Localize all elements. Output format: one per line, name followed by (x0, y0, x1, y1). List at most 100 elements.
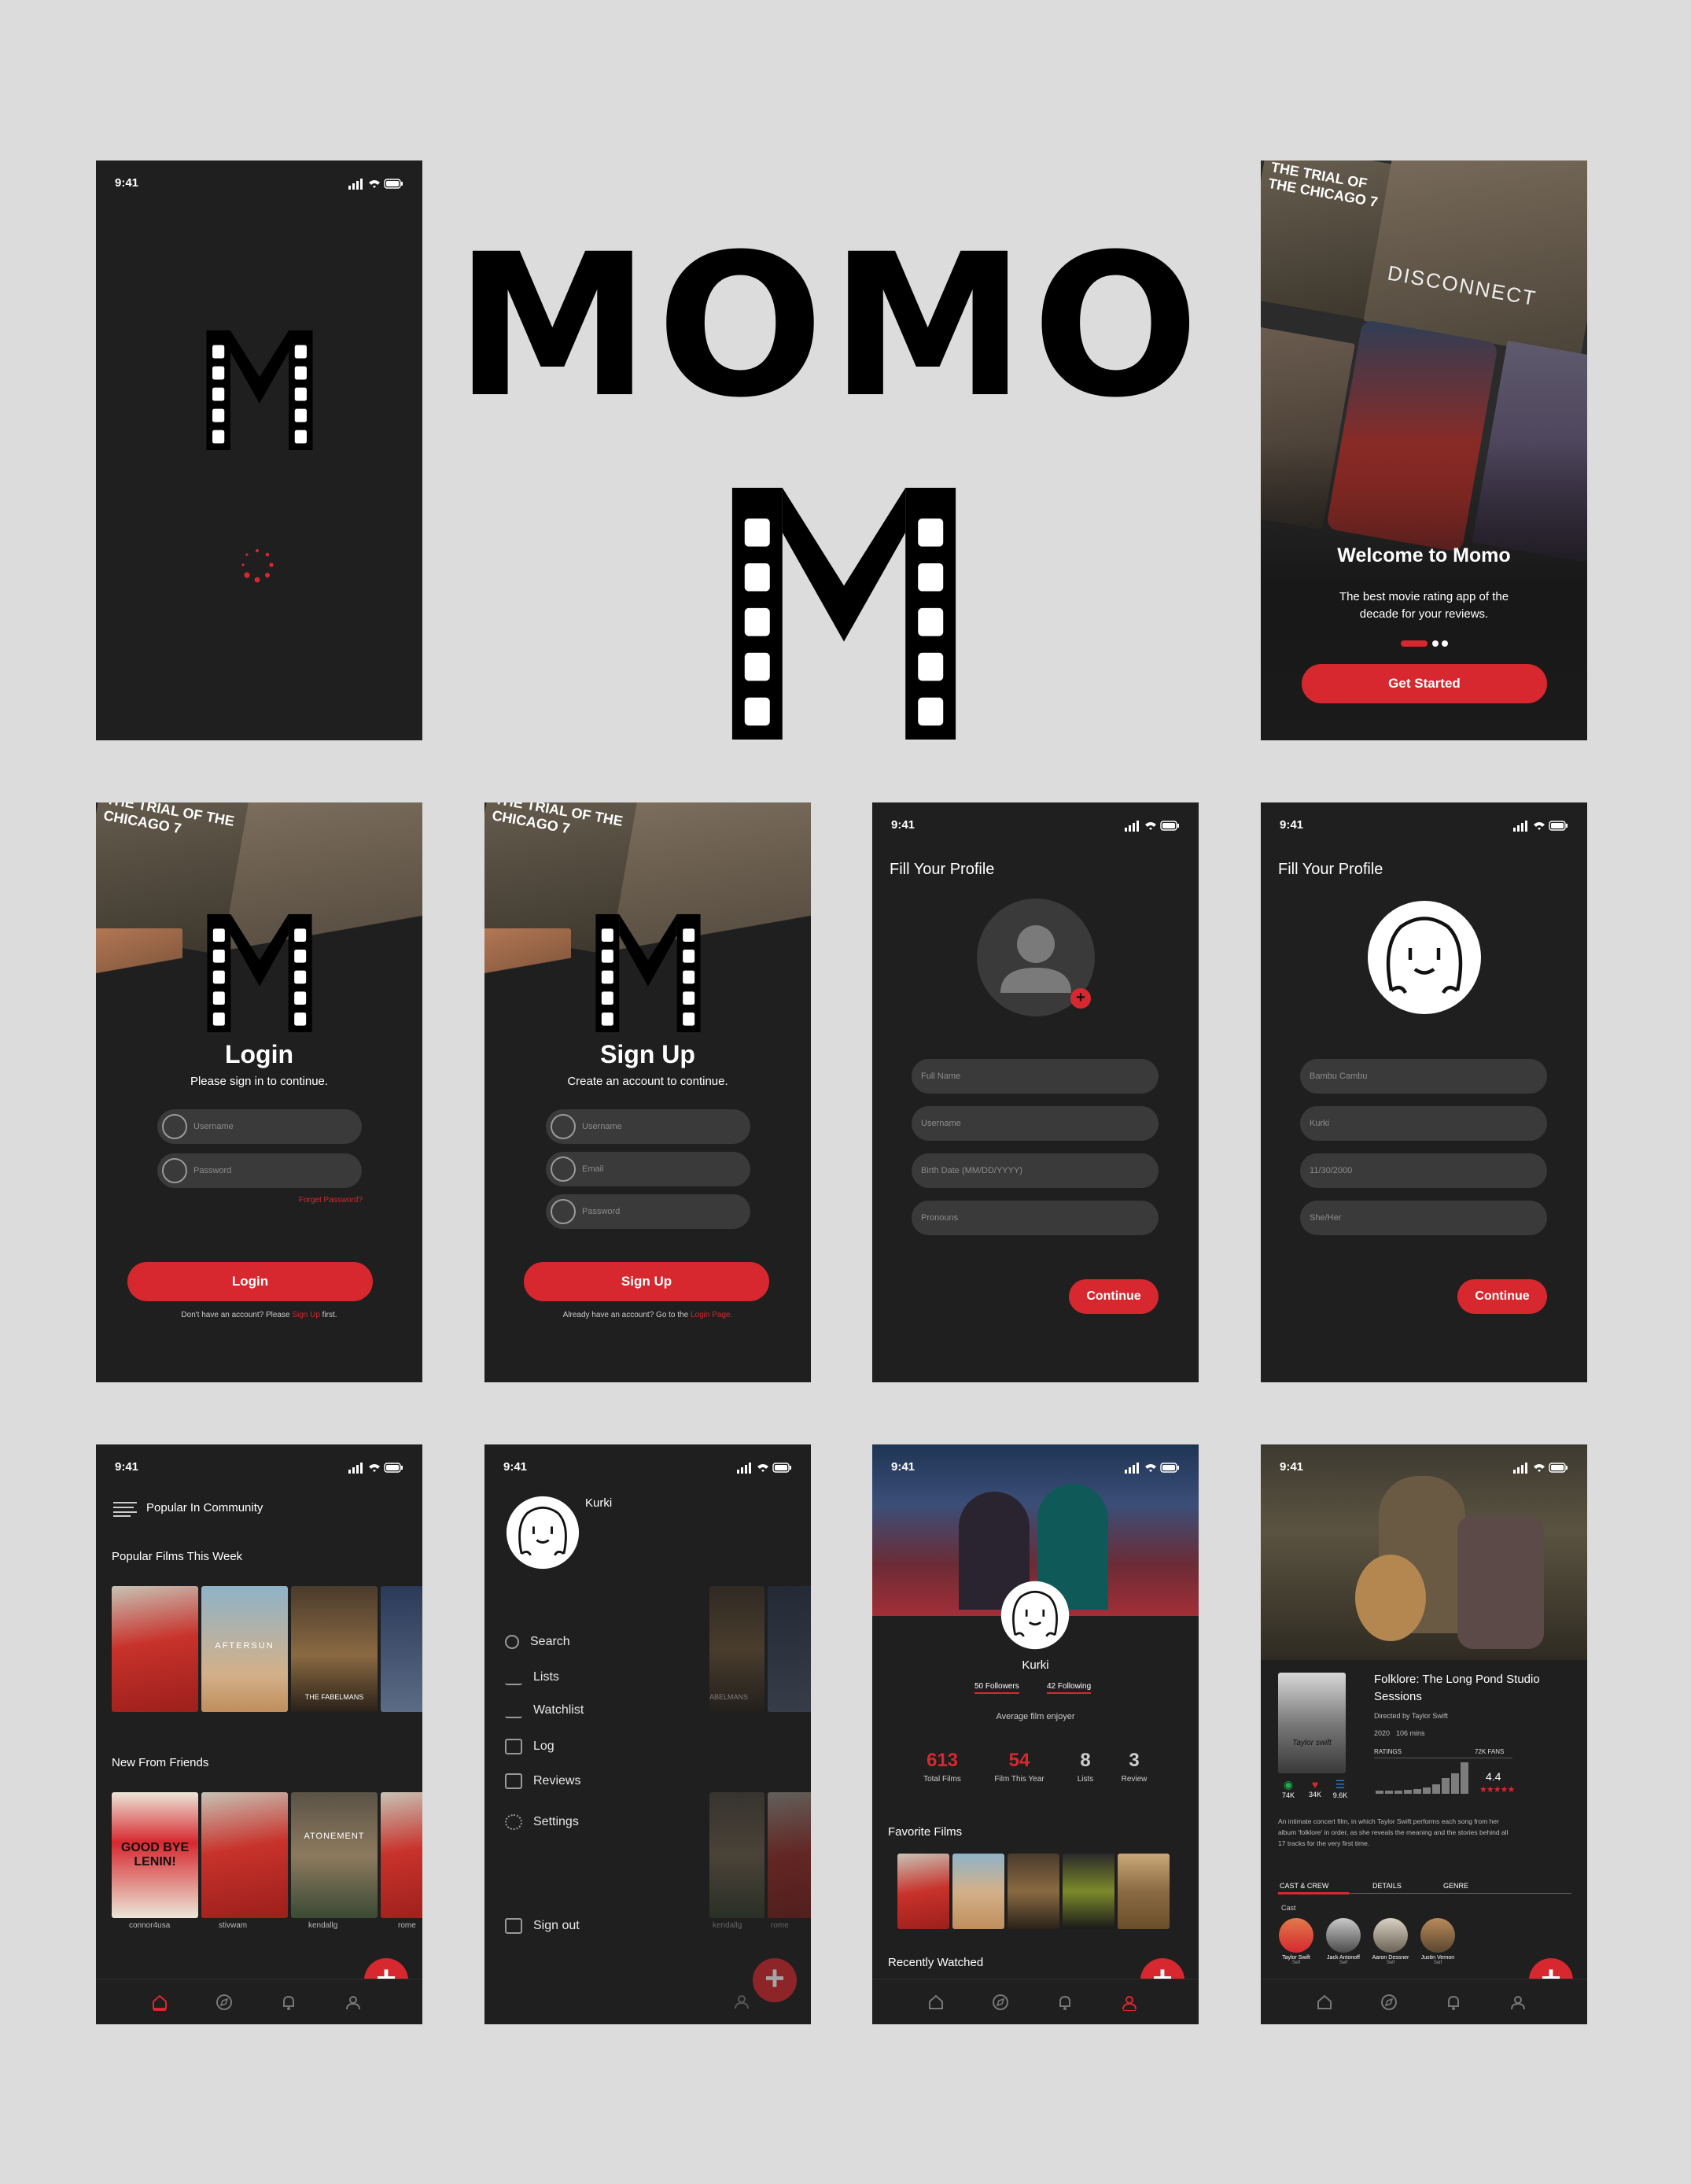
fav-poster[interactable] (952, 1854, 1004, 1929)
signup-link[interactable]: Sign Up (292, 1311, 320, 1319)
signup-footer-text: Already have an account? Go to the (562, 1311, 691, 1319)
following-link[interactable]: 42 Following (1047, 1682, 1092, 1694)
bell-tab-icon[interactable] (1056, 1994, 1074, 2011)
favorites-row[interactable] (897, 1854, 1181, 1931)
stat-total-films[interactable]: 613 Total Films (915, 1750, 970, 1784)
stat-lists[interactable]: ☰ 9.6K (1328, 1778, 1352, 1799)
menu-icon[interactable] (113, 1501, 137, 1517)
pager-dots[interactable] (1401, 640, 1456, 648)
profile-tab-icon[interactable] (733, 1993, 750, 2010)
friend-name[interactable]: connor4usa (129, 1921, 170, 1930)
tab-details[interactable]: DETAILS (1372, 1882, 1402, 1890)
login-button[interactable]: Login (127, 1262, 373, 1301)
password-input[interactable]: Password (546, 1194, 750, 1229)
username-input[interactable]: Username (157, 1109, 362, 1144)
bell-tab-icon[interactable] (1445, 1994, 1462, 2011)
cast-member[interactable]: Jack Antonoff Self (1324, 1918, 1363, 1965)
pager-dot[interactable] (1432, 640, 1439, 647)
menu-item-reviews[interactable]: Reviews (505, 1773, 580, 1789)
profile-tab-icon[interactable] (1509, 1994, 1527, 2011)
home-tab-icon[interactable] (151, 1994, 168, 2011)
birth-date-input[interactable]: Birth Date (MM/DD/YYYY) (912, 1153, 1159, 1188)
film-desc-1: An intimate concert film, in which Taylo… (1278, 1817, 1499, 1825)
poster-pearl[interactable] (112, 1586, 198, 1712)
full-name-input[interactable]: Full Name (912, 1059, 1159, 1094)
bell-tab-icon[interactable] (280, 1994, 297, 2011)
home-tab-icon[interactable] (1316, 1994, 1333, 2011)
tab-genre[interactable]: GENRE (1443, 1882, 1468, 1890)
explore-tab-icon[interactable] (1380, 1994, 1398, 2011)
pronouns-input[interactable]: She/Her (1300, 1201, 1547, 1235)
followers-link[interactable]: 50 Followers (974, 1682, 1019, 1694)
poster-pearl[interactable] (201, 1792, 288, 1918)
continue-button[interactable]: Continue (1069, 1279, 1159, 1314)
login-subtitle: Please sign in to continue. (190, 1075, 329, 1088)
stat-likes[interactable]: ♥ 34K (1303, 1778, 1327, 1798)
menu-item-search[interactable]: Search (505, 1635, 570, 1649)
drawer-avatar-icon[interactable] (505, 1495, 580, 1570)
menu-item-settings[interactable]: Settings (505, 1814, 579, 1830)
tab-bar (872, 1979, 1199, 2024)
screen-title: Fill Your Profile (890, 861, 995, 878)
pronouns-input[interactable]: Pronouns (912, 1201, 1159, 1235)
get-started-button[interactable]: Get Started (1302, 664, 1547, 703)
poster-atonement[interactable]: ATONEMENT (291, 1792, 378, 1918)
peek-poster (768, 1792, 811, 1918)
profile-avatar-icon[interactable] (1000, 1580, 1070, 1651)
continue-button[interactable]: Continue (1457, 1279, 1547, 1314)
forgot-password-link[interactable]: Forget Password? (299, 1196, 363, 1205)
menu-label: Search (530, 1635, 570, 1649)
stat-lists[interactable]: 8 Lists (1058, 1750, 1113, 1784)
birth-date-input[interactable]: 11/30/2000 (1300, 1153, 1547, 1188)
poster-more[interactable] (381, 1792, 422, 1918)
stat-review[interactable]: 3 Review (1107, 1750, 1162, 1784)
friend-name[interactable]: kendallg (308, 1921, 337, 1930)
pager-dot-active[interactable] (1401, 640, 1428, 647)
poster-fabelmans[interactable]: THE FABELMANS (291, 1586, 378, 1712)
cast-member[interactable]: Justin Vernon Self (1418, 1918, 1457, 1965)
username-input[interactable]: Username (546, 1109, 750, 1144)
fav-poster[interactable] (897, 1854, 949, 1929)
friend-name[interactable]: rome (398, 1921, 416, 1930)
poster-more[interactable] (381, 1586, 422, 1712)
profile-tab-icon[interactable] (344, 1994, 362, 2011)
momo-logo-icon (206, 330, 313, 450)
fav-poster[interactable] (1008, 1854, 1059, 1929)
username-input[interactable]: Kurki (1300, 1106, 1547, 1141)
cast-member[interactable]: Aaron Dessner Self (1371, 1918, 1410, 1965)
poster-goodbye-lenin[interactable]: GOOD BYE LENIN! (112, 1792, 198, 1918)
fav-poster[interactable] (1118, 1854, 1170, 1929)
menu-item-watchlist[interactable]: Watchlist (505, 1703, 584, 1718)
profile-tab-icon[interactable] (1121, 1994, 1138, 2011)
password-input[interactable]: Password (157, 1153, 362, 1188)
poster-aftersun[interactable]: AFTERSUN (201, 1586, 288, 1712)
username-input[interactable]: Username (912, 1106, 1159, 1141)
add-photo-icon[interactable]: + (1070, 988, 1091, 1009)
film-poster[interactable]: Taylor swift (1278, 1673, 1346, 1773)
email-input[interactable]: Email (546, 1152, 750, 1186)
status-icons (1125, 1462, 1180, 1474)
cast-member[interactable]: Taylor Swift Self (1277, 1918, 1316, 1965)
menu-item-log[interactable]: Log (505, 1739, 554, 1754)
avatar-doodle-icon[interactable] (1365, 898, 1483, 1016)
home-tab-icon[interactable] (927, 1994, 945, 2011)
tab-cast-crew[interactable]: CAST & CREW (1280, 1882, 1328, 1890)
pager-dot[interactable] (1442, 640, 1448, 647)
signup-button[interactable]: Sign Up (524, 1262, 769, 1301)
explore-tab-icon[interactable] (216, 1994, 233, 2011)
cast-avatar (1279, 1918, 1313, 1953)
status-time: 9:41 (115, 1460, 139, 1474)
popular-carousel[interactable]: AFTERSUN THE FABELMANS (112, 1586, 422, 1712)
stat-views[interactable]: ◉ 74K (1277, 1778, 1300, 1799)
explore-tab-icon[interactable] (992, 1994, 1009, 2011)
full-name-input[interactable]: Bambu Cambu (1300, 1059, 1547, 1094)
menu-item-signout[interactable]: Sign out (505, 1918, 580, 1934)
menu-item-lists[interactable]: Lists (505, 1669, 559, 1685)
login-page-link[interactable]: Login Page. (691, 1311, 732, 1319)
friends-carousel[interactable]: GOOD BYE LENIN! ATONEMENT connor4usa sti… (112, 1792, 422, 1934)
add-fab-button[interactable]: + (753, 1958, 797, 2002)
menu-label: Watchlist (533, 1703, 584, 1717)
friend-name[interactable]: stivwam (219, 1921, 247, 1930)
stat-film-this-year[interactable]: 54 Film This Year (992, 1750, 1047, 1784)
fav-poster[interactable] (1063, 1854, 1114, 1929)
